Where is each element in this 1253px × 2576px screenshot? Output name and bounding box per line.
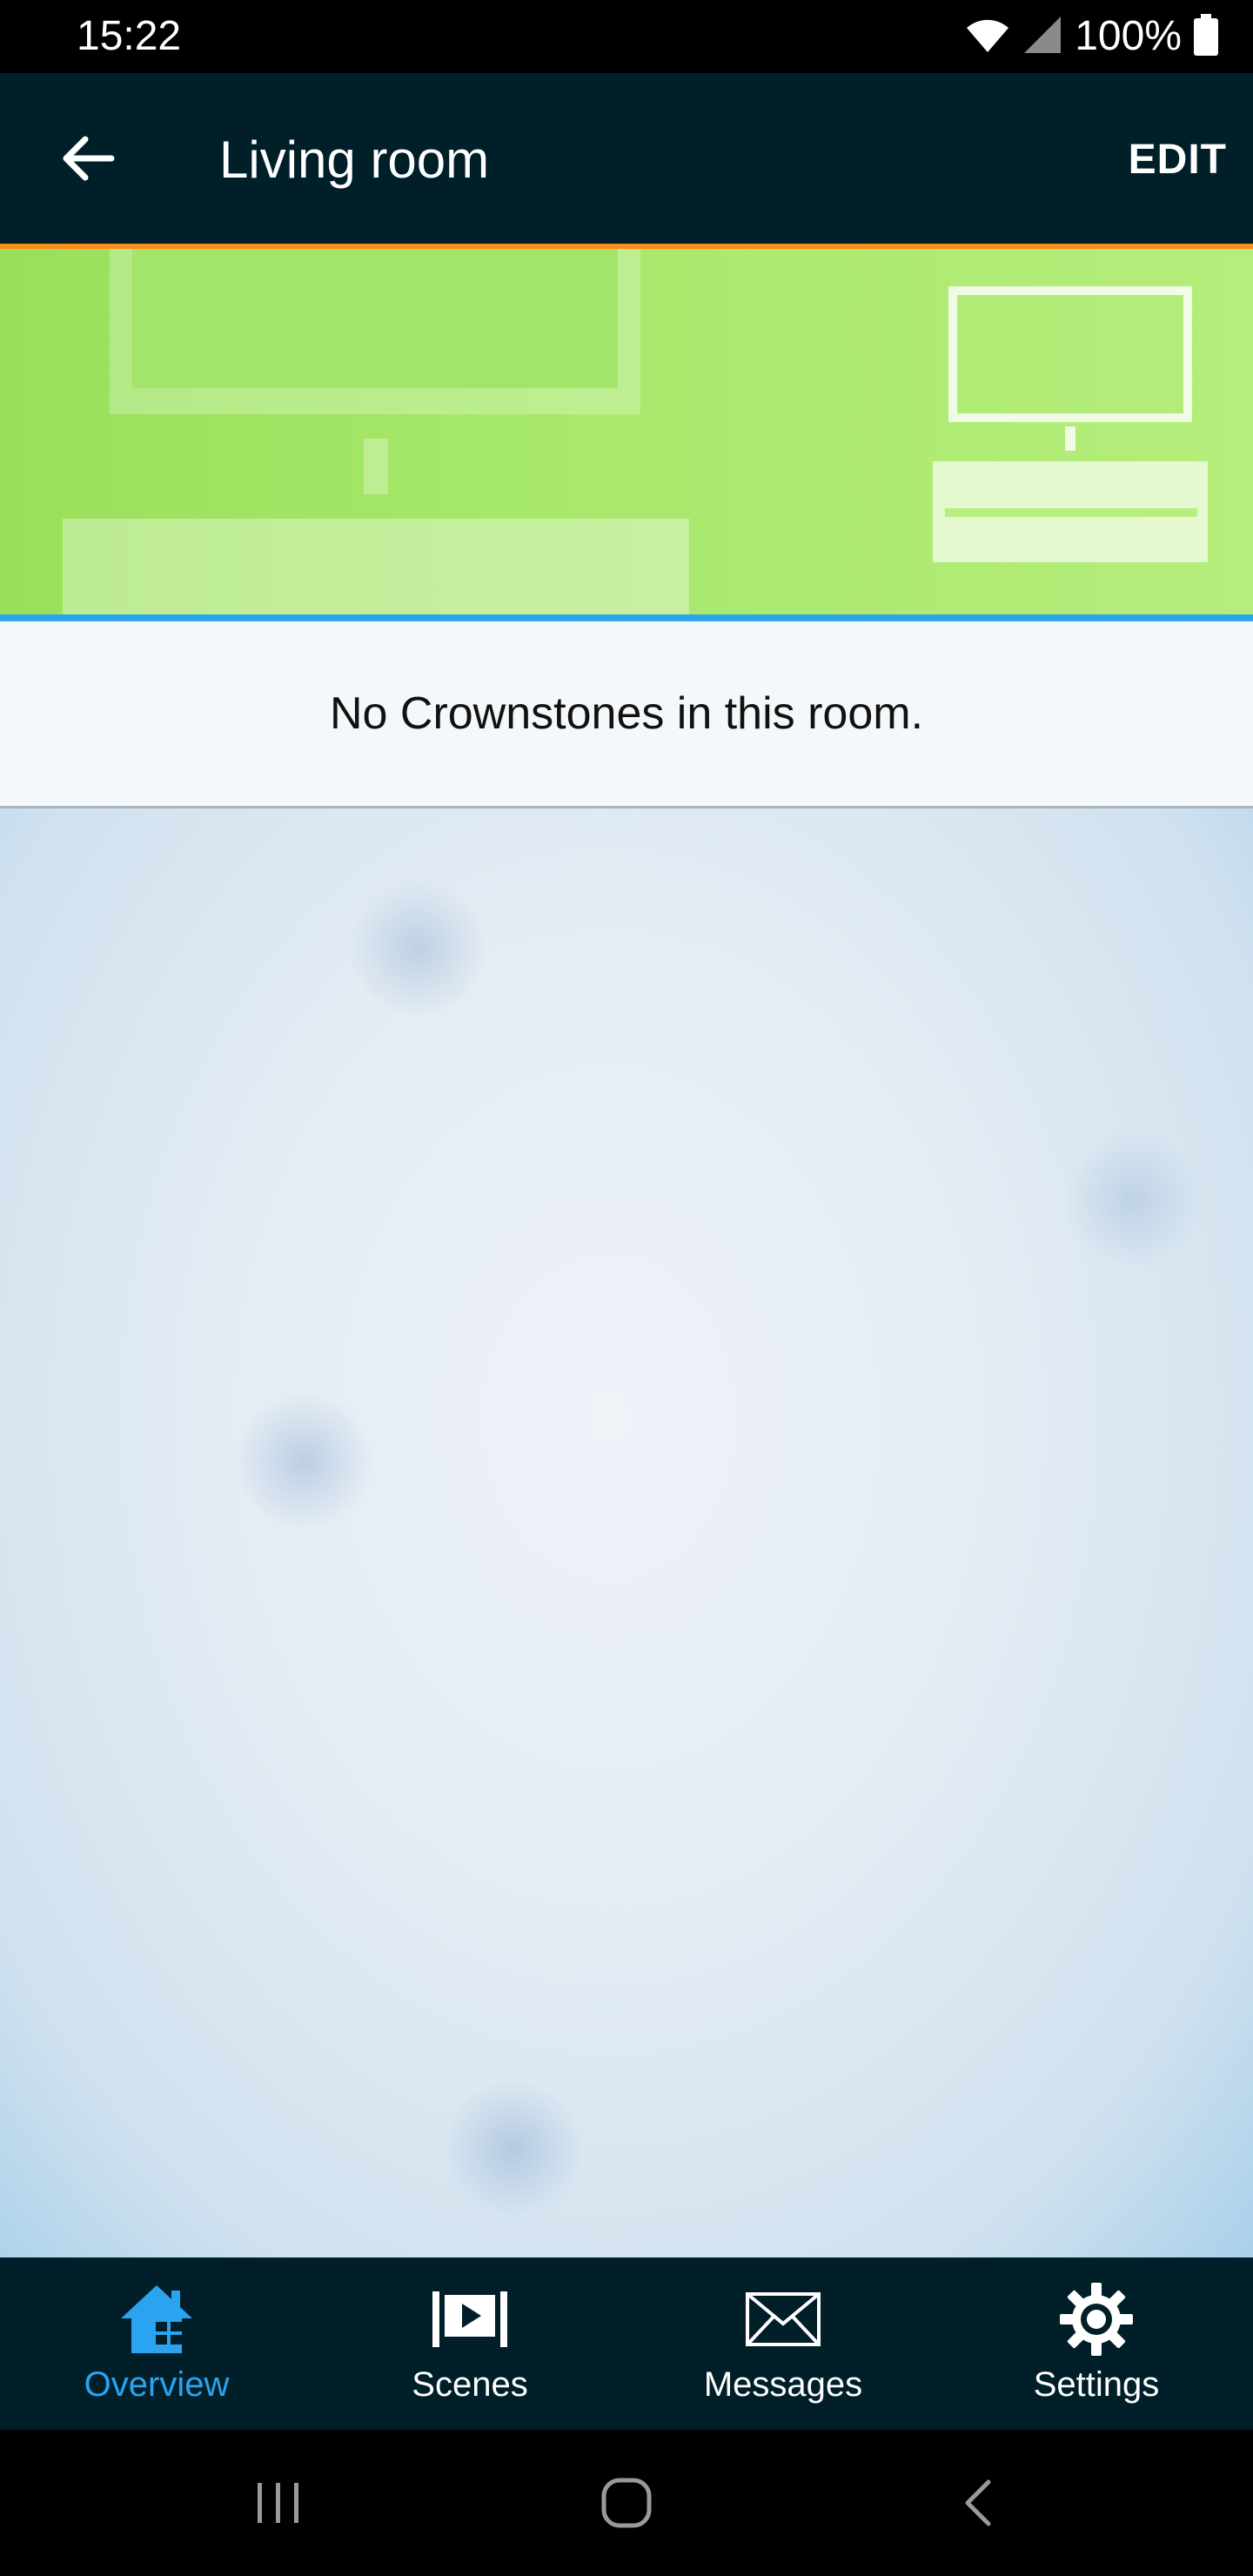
scenes-play-icon — [431, 2280, 509, 2358]
nav-label-messages: Messages — [703, 2365, 863, 2404]
arrow-left-icon — [63, 136, 115, 181]
wifi-icon — [965, 16, 1010, 58]
recent-apps-button[interactable] — [244, 2468, 313, 2538]
envelope-icon — [744, 2280, 822, 2358]
living-room-illustration — [63, 249, 1208, 614]
cell-signal-icon — [1022, 15, 1062, 59]
edit-button[interactable]: EDIT — [1129, 132, 1227, 188]
battery-icon — [1194, 13, 1218, 60]
nav-label-scenes: Scenes — [412, 2365, 528, 2404]
app-header: Living room EDIT — [0, 73, 1253, 244]
nav-messages[interactable]: Messages — [626, 2257, 940, 2430]
content-background — [0, 808, 1253, 2257]
battery-percent: 100% — [1075, 13, 1182, 59]
chevron-left-icon — [965, 2479, 991, 2526]
status-indicators: 100% — [965, 10, 1218, 63]
home-icon — [117, 2280, 196, 2358]
status-bar: 15:22 100% — [0, 0, 1253, 73]
bottom-navigation: Overview Scenes Messages Settings — [0, 2257, 1253, 2430]
system-back-button[interactable] — [943, 2468, 1013, 2538]
nav-settings[interactable]: Settings — [940, 2257, 1253, 2430]
banner-divider — [0, 614, 1253, 621]
system-navigation-bar — [0, 2430, 1253, 2576]
nav-scenes[interactable]: Scenes — [313, 2257, 626, 2430]
home-button[interactable] — [592, 2468, 661, 2538]
home-circle-icon — [601, 2478, 652, 2528]
back-button[interactable] — [52, 124, 122, 193]
empty-state-panel: No Crownstones in this room. — [0, 621, 1253, 808]
gear-icon — [1057, 2280, 1136, 2358]
recent-apps-icon — [258, 2483, 298, 2523]
room-banner — [0, 249, 1253, 614]
nav-overview[interactable]: Overview — [0, 2257, 313, 2430]
nav-label-settings: Settings — [1033, 2365, 1160, 2404]
page-title: Living room — [219, 131, 490, 189]
empty-message: No Crownstones in this room. — [329, 688, 924, 739]
status-time: 15:22 — [77, 13, 182, 59]
nav-label-overview: Overview — [84, 2365, 230, 2404]
